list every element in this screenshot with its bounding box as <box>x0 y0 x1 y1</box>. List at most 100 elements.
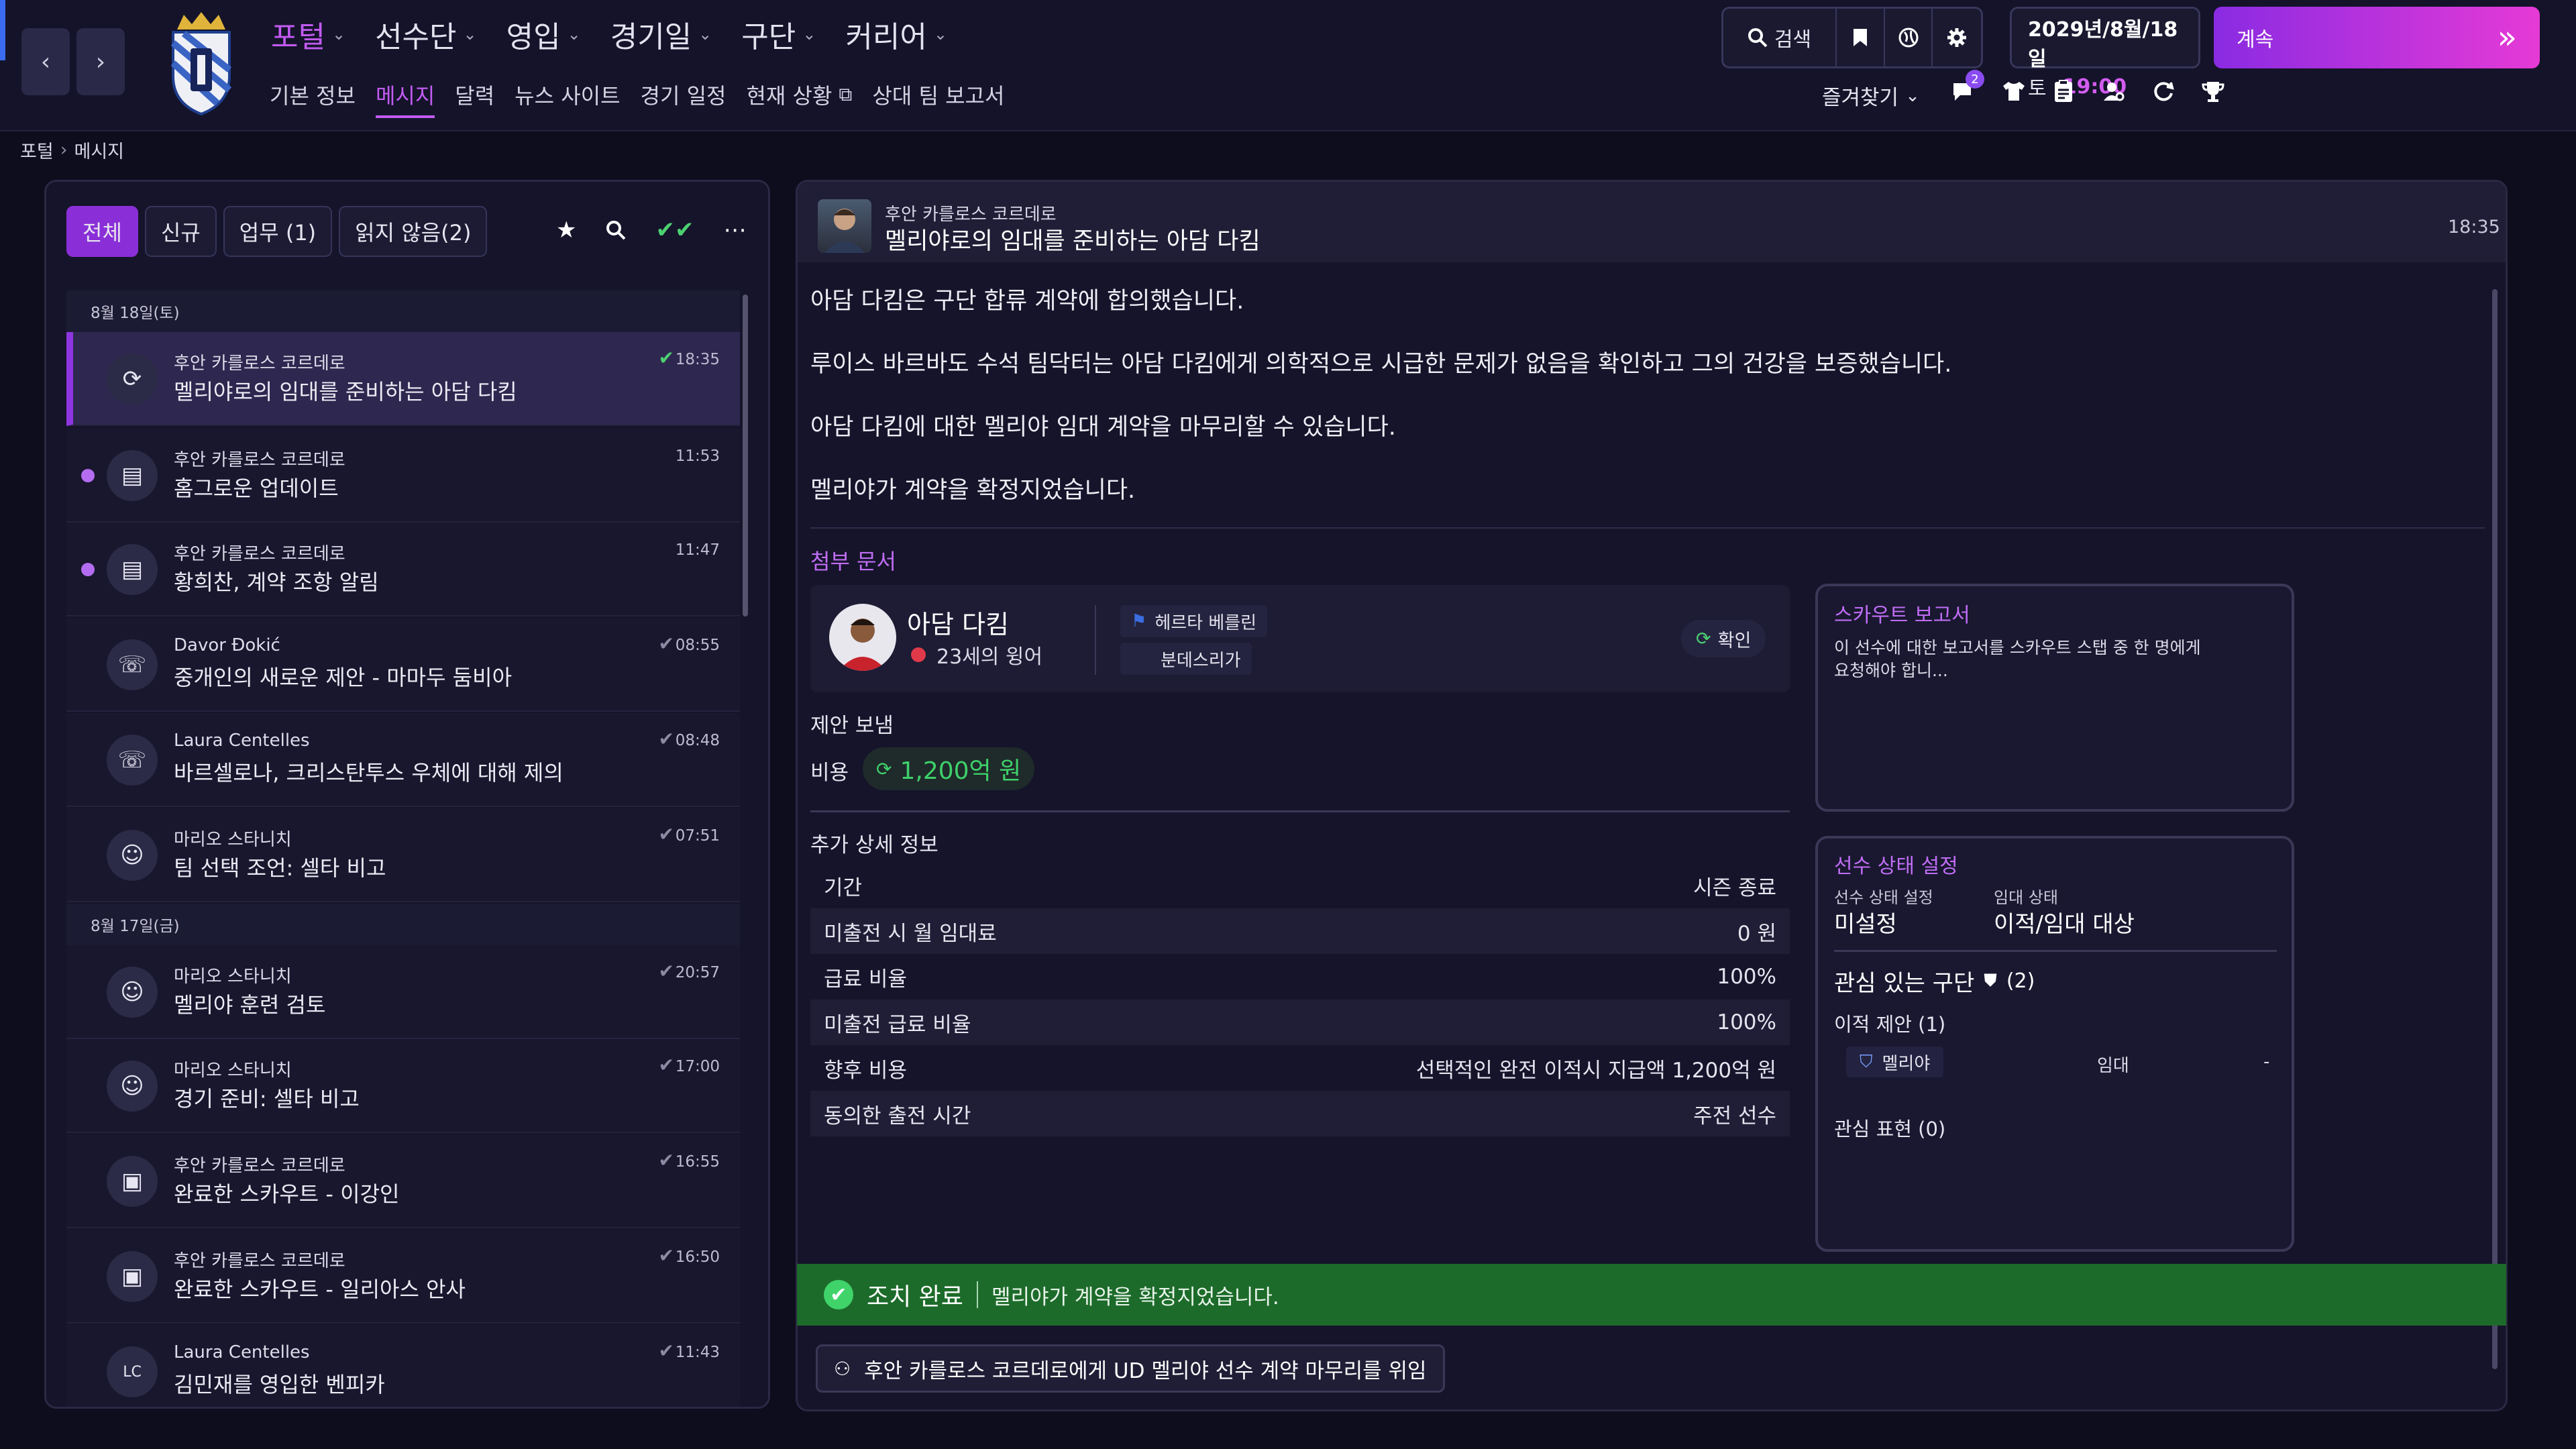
list-scrollbar[interactable] <box>743 294 748 616</box>
sync-button[interactable] <box>2152 80 2175 103</box>
message-time: 11:47 <box>675 541 720 559</box>
league-tag[interactable]: 분데스리가 <box>1120 643 1252 675</box>
message-sender: 마리오 스타니치 <box>174 830 292 850</box>
team-icon: ☺ <box>107 1061 158 1112</box>
menu-club-label: 구단 <box>741 20 796 54</box>
message-sender: 마리오 스타니치 <box>174 967 292 987</box>
delegate-button[interactable]: ⚇ 후안 카를로스 코르데로에게 UD 멜리야 선수 계약 마무리를 위임 <box>816 1344 1445 1393</box>
agent-icon: ☏ <box>107 639 158 690</box>
submenu-overview[interactable]: 기본 정보 <box>270 79 356 110</box>
team-icon: ☺ <box>107 830 158 881</box>
menu-career[interactable]: 커리어 ⌄ <box>845 13 947 56</box>
list-item[interactable]: LC Laura Centelles 김민재를 영입한 벤피카 ✔ 11:43 <box>66 1325 740 1407</box>
refresh-icon: ⟳ <box>107 354 158 405</box>
read-check-icon: ✔ <box>658 1054 674 1076</box>
staff-icon <box>2104 83 2125 101</box>
list-item[interactable]: ☏ Davor Đokić 중개인의 새로운 제안 - 마마두 둠비아 ✔ 08… <box>66 618 740 712</box>
message-time: 07:51 <box>675 827 720 845</box>
interested-clubs-count: (2) <box>2006 969 2035 993</box>
unread-dot <box>81 469 95 482</box>
confirm-button[interactable]: ⟳ 확인 <box>1681 620 1766 657</box>
submenu-fixtures[interactable]: 경기 일정 <box>641 79 727 110</box>
divider <box>1834 950 2277 952</box>
submenu-calendar[interactable]: 달력 <box>455 79 494 110</box>
favorites-dropdown[interactable]: 즐겨찾기 ⌄ <box>1822 80 1920 111</box>
loan-status-value[interactable]: 이적/임대 대상 <box>1994 906 2135 938</box>
list-item[interactable]: ▤ 후안 카를로스 코르데로 홈그로운 업데이트 11:53 <box>66 429 740 523</box>
agent-icon: ☏ <box>107 735 158 786</box>
shirt-icon <box>2003 82 2025 101</box>
trophy-button[interactable] <box>2202 79 2224 103</box>
kit-button[interactable] <box>2002 79 2026 103</box>
tab-tasks[interactable]: 업무 (1) <box>223 206 333 257</box>
club-tag[interactable]: ⚑ 헤르타 베를린 <box>1120 605 1268 637</box>
submenu-current-status[interactable]: 현재 상황 ⧉ <box>746 79 852 110</box>
scout-report-box[interactable]: 스카우트 보고서 이 선수에 대한 보고서를 스카우트 스탭 중 한 명에게 요… <box>1815 584 2294 812</box>
breadcrumb-root[interactable]: 포털 <box>20 137 54 163</box>
back-button[interactable]: ‹ <box>21 28 70 95</box>
bookmark-icon <box>1853 29 1867 46</box>
staff-button[interactable] <box>2101 79 2125 103</box>
list-item[interactable]: ▣ 후안 카를로스 코르데로 완료한 스카우트 - 이강인 ✔ 16:55 <box>66 1134 740 1228</box>
tab-new-label: 신규 <box>160 220 201 246</box>
list-item[interactable]: ☺ 마리오 스타니치 경기 준비: 셀타 비고 ✔ 17:00 <box>66 1039 740 1133</box>
submenu-messages[interactable]: 메시지 <box>375 79 435 118</box>
player-card[interactable]: 아담 다킴 23세의 윙어 ⚑ 헤르타 베를린 분데스리가 ⟳ 확인 <box>810 585 1790 692</box>
continue-button[interactable]: 계속 » <box>2214 7 2540 68</box>
continue-label: 계속 <box>2237 28 2274 52</box>
player-description: 23세의 윙어 <box>936 645 1043 669</box>
list-item[interactable]: ☏ Laura Centelles 바르셀로나, 크리스탄투스 우체에 대해 제… <box>66 713 740 807</box>
chevron-down-icon: ⌄ <box>698 25 712 44</box>
detail-value: 시즌 종료 <box>1693 875 1776 900</box>
list-item[interactable]: ☺ 마리오 스타니치 멜리야 훈련 검토 ✔ 20:57 <box>66 945 740 1039</box>
message-sender: 후안 카를로스 코르데로 <box>174 544 345 564</box>
star-icon[interactable]: ★ <box>556 217 576 244</box>
tab-new[interactable]: 신규 <box>144 206 217 257</box>
menu-matchday[interactable]: 경기일 ⌄ <box>610 13 712 56</box>
divider <box>976 1281 978 1308</box>
bookmark-button[interactable] <box>1837 9 1885 66</box>
scout-report-title: 스카우트 보고서 <box>1834 604 1970 627</box>
tab-unread[interactable]: 읽지 않음(2) <box>339 206 488 257</box>
list-item[interactable]: ▤ 후안 카를로스 코르데로 황희찬, 계약 조항 알림 11:47 <box>66 523 740 616</box>
message-subject: 김민재를 영입한 벤피카 <box>174 1372 385 1397</box>
contract-button[interactable] <box>2053 79 2074 103</box>
list-item[interactable]: ⟳ 후안 카를로스 코르데로 멜리야로의 임대를 준비하는 아담 다킴 ✔ 18… <box>66 332 740 426</box>
mark-all-read-icon[interactable]: ✔✔ <box>655 217 694 244</box>
submenu-opponent-report[interactable]: 상대 팀 보고서 <box>872 79 1004 110</box>
status-value[interactable]: 미설정 <box>1834 906 1897 938</box>
message-scrollbar[interactable] <box>2492 289 2498 1369</box>
menu-transfers[interactable]: 영입 ⌄ <box>506 13 581 56</box>
menu-portal[interactable]: 포털 ⌄ <box>271 13 345 56</box>
message-sender: 후안 카를로스 코르데로 <box>174 450 345 470</box>
offer-club-name: 멜리야 <box>1882 1053 1931 1074</box>
scout-network-button[interactable] <box>1885 9 1933 66</box>
message-subject: 팀 선택 조언: 셀타 비고 <box>174 855 386 881</box>
settings-button[interactable] <box>1933 9 1981 66</box>
search-icon[interactable] <box>606 220 626 240</box>
menu-squad[interactable]: 선수단 ⌄ <box>375 13 477 56</box>
more-options-icon[interactable]: ⋯ <box>723 217 746 244</box>
message-subject: 완료한 스카우트 - 이강인 <box>174 1181 400 1207</box>
game-date-display[interactable]: 2029년/8월/18일 토 19:00 <box>2010 7 2200 101</box>
player-name[interactable]: 아담 다킴 <box>907 604 1009 641</box>
chat-button[interactable]: 2 <box>1951 70 1984 103</box>
double-chevron-right-icon: » <box>2497 19 2517 56</box>
search-button[interactable]: 검색 <box>1723 9 1837 66</box>
delegate-icon: ⚇ <box>834 1357 851 1380</box>
list-item[interactable]: ▣ 후안 카를로스 코르데로 완료한 스카우트 - 일리아스 안사 ✔ 16:5… <box>66 1230 740 1324</box>
menu-transfers-label: 영입 <box>506 20 561 54</box>
submenu-news[interactable]: 뉴스 사이트 <box>515 79 620 110</box>
read-check-icon: ✔ <box>658 823 674 845</box>
message-time: 08:55 <box>675 637 720 654</box>
club-crest-logo[interactable] <box>164 9 239 117</box>
forward-button[interactable]: › <box>76 28 125 95</box>
offer-club-tag[interactable]: ⛉ 멜리야 <box>1846 1046 1944 1077</box>
tab-all[interactable]: 전체 <box>66 206 138 257</box>
read-check-icon: ✔ <box>658 1149 674 1171</box>
document-icon: ▤ <box>107 544 158 595</box>
list-item[interactable]: ☺ 마리오 스타니치 팀 선택 조언: 셀타 비고 ✔ 07:51 <box>66 808 740 902</box>
menu-club[interactable]: 구단 ⌄ <box>741 13 816 56</box>
transfer-offers-label: 이적 제안 (1) <box>1834 1013 1946 1036</box>
delegate-label: 후안 카를로스 코르데로에게 UD 멜리야 선수 계약 마무리를 위임 <box>864 1358 1427 1383</box>
